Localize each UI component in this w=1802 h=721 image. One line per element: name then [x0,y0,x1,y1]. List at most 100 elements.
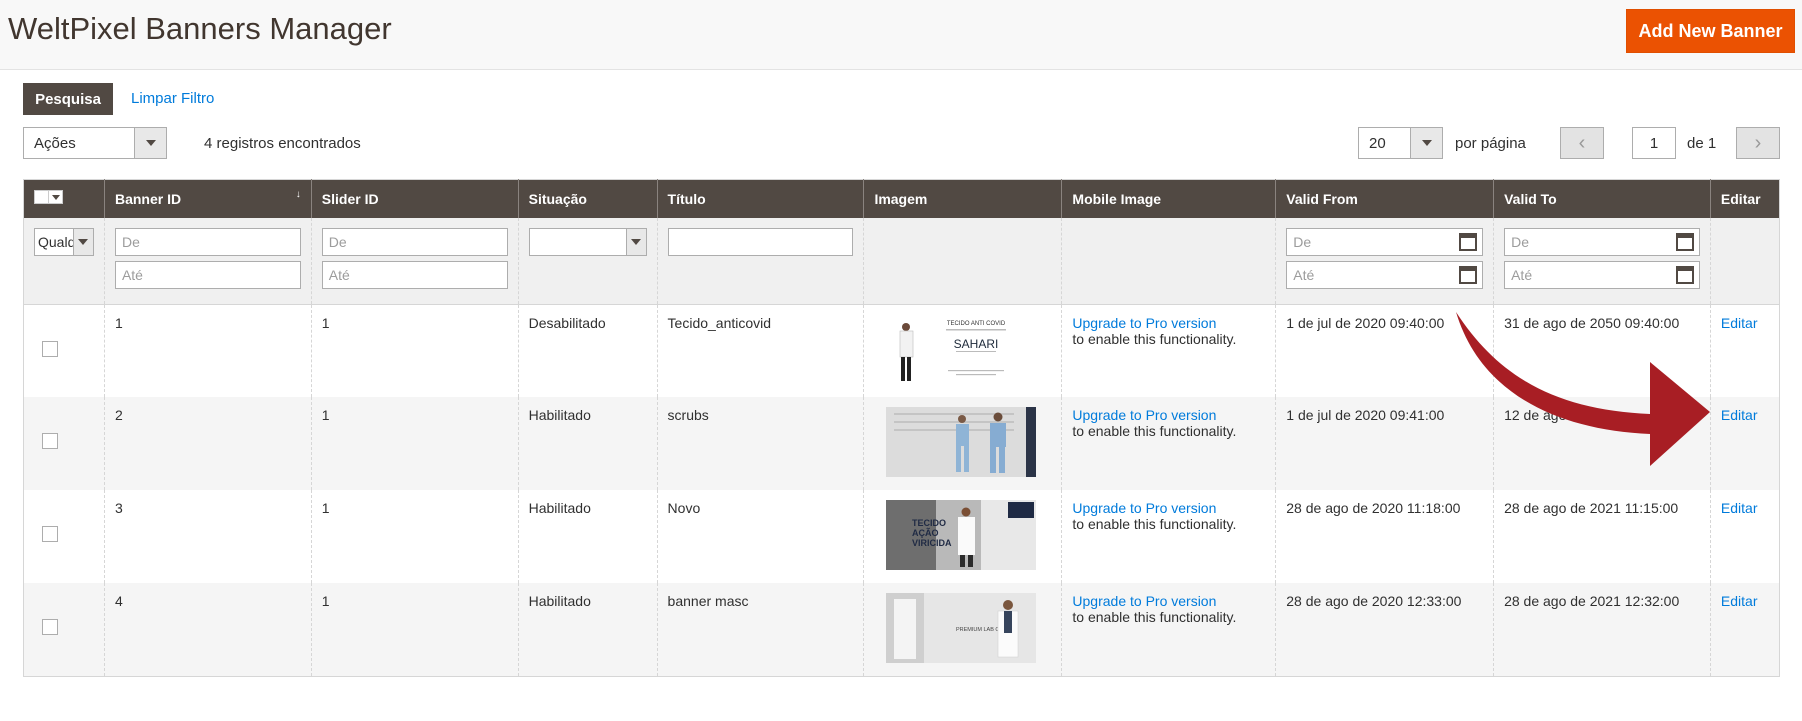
actions-select[interactable]: Ações [23,127,167,159]
next-page-button[interactable]: › [1736,127,1780,159]
calendar-icon[interactable] [1459,232,1478,251]
edit-link[interactable]: Editar [1721,500,1758,516]
banner-thumbnail [886,407,1037,477]
column-header-status[interactable]: Situação [517,179,658,218]
edit-cell: Editar [1709,490,1780,583]
column-header-slider-id[interactable]: Slider ID [310,179,519,218]
calendar-icon[interactable] [1675,232,1694,251]
valid-to-cell: 28 de ago de 2021 12:32:00 [1493,583,1711,676]
table-row: 2 1 Habilitado scrubs Upgrade to Pro ver… [23,397,1780,490]
search-button[interactable]: Pesquisa [23,83,113,115]
any-filter-select[interactable]: Qualq [34,227,94,256]
filter-valid-from-cell: De Até [1275,217,1494,305]
column-header-banner-id[interactable]: Banner ID ↓ [103,179,312,218]
records-count: 4 registros encontrados [204,135,361,152]
chevron-down-icon [134,128,166,158]
table-row: 4 1 Habilitado banner masc PREMIUM LAB C… [23,583,1780,676]
slider-id-cell: 1 [310,583,519,676]
valid-from-end-input[interactable]: Até [1286,260,1484,289]
mobile-image-cell: Upgrade to Pro version to enable this fu… [1061,304,1276,397]
edit-cell: Editar [1709,583,1780,676]
chevron-down-icon [625,228,646,255]
mass-select-control[interactable] [34,190,63,205]
per-page-select[interactable]: 20 [1358,127,1443,159]
slider-id-from-input[interactable]: De [321,227,508,256]
clear-filter-link[interactable]: Limpar Filtro [131,90,214,107]
valid-to-end-input[interactable]: Até [1504,260,1700,289]
banner-thumbnail: TECIDO AÇÃO VIRICIDA [886,500,1037,570]
chevron-down-icon [1410,128,1442,158]
row-checkbox[interactable] [42,340,58,357]
upgrade-pro-link[interactable]: Upgrade to Pro version [1072,315,1216,331]
actions-select-value: Ações [34,135,76,152]
mobile-image-cell: Upgrade to Pro version to enable this fu… [1061,490,1276,583]
valid-to-start-input[interactable]: De [1504,227,1700,256]
banner-thumbnail: TECIDO ANTI COVID SAHARI [886,314,1037,385]
slider-id-cell: 1 [310,304,519,397]
add-new-banner-button[interactable]: Add New Banner [1626,9,1795,53]
upgrade-pro-link[interactable]: Upgrade to Pro version [1072,593,1216,609]
column-header-title[interactable]: Título [656,179,864,218]
slider-id-cell: 1 [310,490,519,583]
upgrade-pro-text: to enable this functionality. [1072,330,1237,347]
thumbnail-text: VIRICIDA [912,538,952,548]
chevron-left-icon: ‹ [1578,131,1586,154]
status-cell: Habilitado [517,397,658,490]
slider-id-to-input[interactable]: Até [321,260,508,289]
valid-from-end-placeholder: Até [1293,266,1315,283]
edit-link[interactable]: Editar [1721,407,1758,423]
filter-edit-cell [1709,217,1780,305]
mobile-image-cell: Upgrade to Pro version to enable this fu… [1061,397,1276,490]
valid-from-start-input[interactable]: De [1286,227,1484,256]
column-header-edit: Editar [1709,179,1780,218]
image-cell [863,397,1062,490]
upgrade-pro-text: to enable this functionality. [1072,516,1237,532]
valid-to-cell: 28 de ago de 2021 11:15:00 [1493,490,1711,583]
valid-to-end-placeholder: Até [1511,266,1533,283]
edit-link[interactable]: Editar [1721,593,1758,609]
banners-grid: Banner ID ↓ Slider ID Situação Título Im… [23,179,1780,677]
upgrade-pro-text: to enable this functionality. [1072,609,1237,625]
valid-to-cell: 12 de ago d [1493,397,1711,490]
status-cell: Habilitado [517,583,658,676]
banner-id-from-input[interactable]: De [114,227,301,256]
title-cell: Tecido_anticovid [656,304,864,397]
valid-from-cell: 1 de jul de 2020 09:41:00 [1275,397,1494,490]
column-header-mobile-image: Mobile Image [1061,179,1276,218]
status-filter-select[interactable] [528,227,647,256]
row-checkbox[interactable] [42,433,58,449]
current-page-input[interactable]: 1 [1632,127,1676,159]
banner-id-cell: 2 [103,397,312,490]
upgrade-pro-link[interactable]: Upgrade to Pro version [1072,500,1216,516]
column-header-valid-from[interactable]: Valid From [1275,179,1494,218]
sort-arrow-icon: ↓ [295,189,301,200]
filter-mobile-image-cell [1061,217,1276,305]
edit-cell: Editar [1709,304,1780,397]
table-row: 1 1 Desabilitado Tecido_anticovid TECIDO… [24,304,1780,397]
image-cell: PREMIUM LAB COATS [863,583,1062,676]
title-cell: banner masc [656,583,864,676]
page-title: WeltPixel Banners Manager [8,11,392,46]
row-select-cell [23,583,105,676]
any-filter-value: Qualq [38,233,76,250]
title-filter-input[interactable] [667,227,854,256]
row-checkbox[interactable] [42,526,58,542]
edit-link[interactable]: Editar [1721,315,1758,331]
calendar-icon[interactable] [1459,265,1478,284]
per-page-label: por página [1455,135,1526,152]
previous-page-button[interactable]: ‹ [1560,127,1604,159]
filter-status-cell [517,217,658,305]
banner-id-to-input[interactable]: Até [114,260,301,289]
column-header-valid-to[interactable]: Valid To [1493,179,1711,218]
thumbnail-brand: SAHARI [954,337,999,351]
status-cell: Desabilitado [517,304,658,397]
row-select-cell [24,490,105,583]
row-checkbox[interactable] [42,619,58,635]
valid-from-cell: 28 de ago de 2020 11:18:00 [1275,490,1494,583]
upgrade-pro-link[interactable]: Upgrade to Pro version [1072,407,1216,423]
mass-select-header[interactable] [23,179,105,218]
table-row: 3 1 Habilitado Novo TECIDO AÇÃO VIRICIDA [24,490,1780,583]
calendar-icon[interactable] [1675,265,1694,284]
chevron-down-icon [49,190,63,205]
image-cell: TECIDO ANTI COVID SAHARI [863,304,1062,397]
